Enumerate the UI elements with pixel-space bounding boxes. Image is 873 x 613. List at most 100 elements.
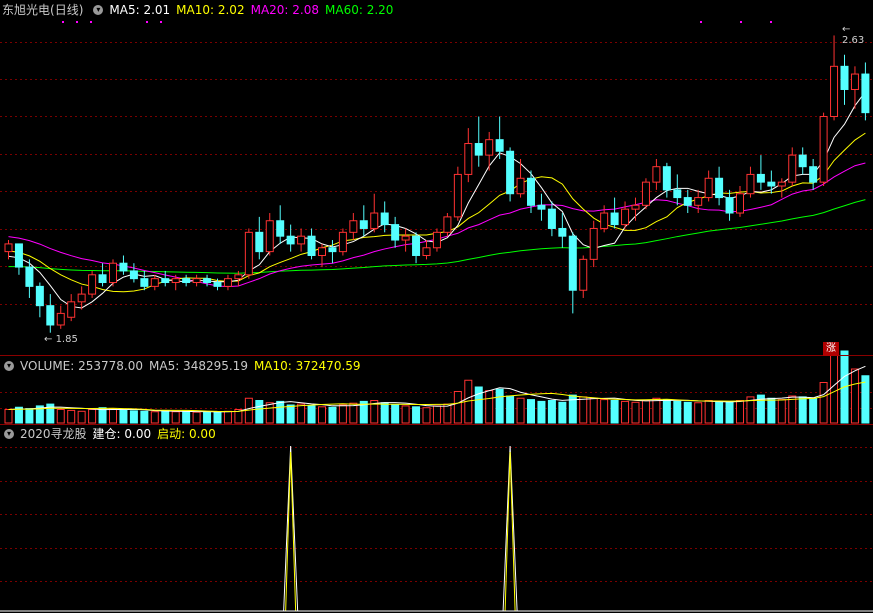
- candle-body: [4, 243, 13, 253]
- volume-bar: [223, 410, 232, 424]
- indicator-pane-header: ▾ 2020寻龙股 建仓: 0.00 启动: 0.00: [0, 426, 222, 442]
- volume-bar: [537, 400, 546, 424]
- price-pane-header: 东旭光电(日线) ▾ MA5: 2.01 MA10: 2.02 MA20: 2.08 MA…: [0, 2, 400, 18]
- signal-dot: [62, 21, 64, 23]
- volume-bar: [412, 406, 421, 424]
- candle-body: [840, 65, 849, 90]
- candle-body: [244, 231, 253, 276]
- volume-bar: [286, 404, 295, 424]
- volume-bar: [4, 409, 13, 424]
- volume-bar: [788, 395, 797, 424]
- candle-body: [88, 274, 97, 295]
- candle-body: [338, 231, 347, 253]
- volume-bar: [725, 401, 734, 424]
- volume-bar: [694, 402, 703, 424]
- zhang-badge[interactable]: 涨: [823, 342, 839, 356]
- low-price-value: 1.85: [55, 334, 78, 345]
- candle-body: [495, 139, 504, 152]
- candle-body: [704, 177, 713, 199]
- volume-bar: [276, 400, 285, 424]
- volume-bar: [391, 404, 400, 424]
- volume-bar: [547, 400, 556, 424]
- signal-dot: [90, 21, 92, 23]
- volume-bar: [67, 409, 76, 424]
- candle-body: [67, 301, 76, 318]
- candle-body: [610, 212, 619, 226]
- volume-bar: [683, 401, 692, 424]
- collapse-icon[interactable]: ▾: [93, 4, 104, 15]
- candle-body: [234, 274, 243, 280]
- volume-bar: [527, 399, 535, 424]
- volume-bar: [474, 386, 483, 424]
- ma10-value: MA10: 2.02: [176, 3, 245, 17]
- volume-bar: [213, 411, 222, 424]
- candle-body: [46, 305, 55, 326]
- candle-body: [547, 208, 556, 229]
- candle-body: [568, 235, 577, 291]
- stock-chart: [0, 21, 873, 612]
- indicator-name: 2020寻龙股: [20, 427, 87, 441]
- candle-body: [600, 212, 609, 229]
- indicator-spike: [283, 445, 299, 612]
- candle-body: [485, 139, 494, 156]
- volume-bar: [171, 411, 180, 424]
- volume-bar: [767, 397, 776, 424]
- low-price-marker: ← 1.85: [44, 334, 78, 345]
- candle-body: [182, 278, 191, 284]
- candle-body: [861, 73, 870, 114]
- candle-body: [401, 235, 410, 241]
- candle-body: [652, 166, 661, 183]
- candle-body: [276, 220, 285, 237]
- collapse-icon[interactable]: ▾: [4, 428, 14, 439]
- candle-body: [694, 197, 703, 206]
- candle-body: [527, 177, 535, 206]
- volume-bar: [443, 403, 452, 424]
- candle-body: [725, 197, 734, 214]
- volume-bar: [495, 388, 504, 424]
- volume-bar: [809, 397, 818, 424]
- candle-body: [359, 220, 368, 229]
- volume-bar: [401, 405, 410, 424]
- candle-body: [213, 282, 222, 287]
- high-price-marker: ← 2.63: [842, 24, 865, 46]
- candle-body: [412, 235, 421, 256]
- candle-body: [631, 204, 640, 210]
- candle-body: [830, 65, 839, 118]
- volume-bar: [297, 403, 306, 424]
- candle-body: [537, 204, 546, 210]
- ma5-value: MA5: 2.01: [109, 3, 171, 17]
- candle-body: [506, 150, 515, 195]
- candle-body: [109, 262, 117, 284]
- candle-body: [819, 116, 828, 183]
- volume-bar: [77, 410, 86, 424]
- candle-body: [443, 216, 452, 233]
- high-price-value: 2.63: [842, 35, 865, 46]
- candle-body: [589, 227, 598, 260]
- volume-bar: [150, 411, 159, 424]
- signal-dot: [146, 21, 148, 23]
- candle-body: [35, 285, 44, 307]
- volume-bar: [318, 406, 326, 424]
- candle-body: [192, 278, 201, 284]
- collapse-icon[interactable]: ▾: [4, 360, 14, 371]
- candle-body: [516, 177, 525, 195]
- candle-body: [432, 231, 441, 249]
- stock-name: 东旭光电: [2, 3, 51, 17]
- volume-bar: [631, 401, 640, 424]
- signal-dot: [160, 21, 162, 23]
- candlestick-series: [4, 35, 870, 333]
- candle-body: [453, 173, 462, 218]
- candle-body: [307, 235, 316, 256]
- candle-body: [161, 278, 170, 284]
- volume-bar: [453, 391, 462, 424]
- volume-bar: [119, 409, 128, 424]
- signal-dots: [62, 21, 772, 23]
- candle-body: [756, 173, 765, 183]
- volume-bar: [25, 408, 34, 424]
- candle-body: [14, 243, 23, 268]
- volume-bar: [579, 396, 588, 424]
- candle-body: [98, 274, 107, 284]
- candle-body: [25, 266, 34, 287]
- volume-bar: [641, 400, 650, 424]
- jiancang-value: 建仓: 0.00: [92, 427, 152, 441]
